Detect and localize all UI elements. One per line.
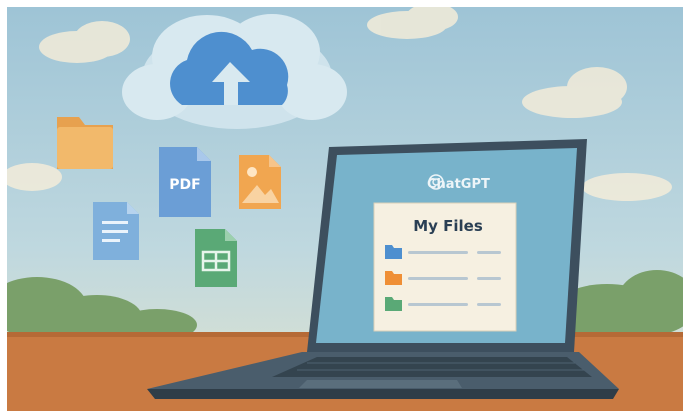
chatgpt-logo-icon (428, 174, 444, 190)
spreadsheet-file-icon (195, 229, 237, 287)
document-file-icon (93, 202, 139, 260)
chatgpt-brand: ChatGPT (427, 173, 490, 195)
trackpad (299, 380, 462, 388)
image-file-icon (239, 155, 281, 209)
scene-artwork (7, 7, 683, 411)
pdf-label: PDF (169, 177, 201, 193)
illustration-scene: PDF ChatGPT My Files (7, 7, 683, 411)
files-panel-title: My Files (413, 217, 483, 235)
